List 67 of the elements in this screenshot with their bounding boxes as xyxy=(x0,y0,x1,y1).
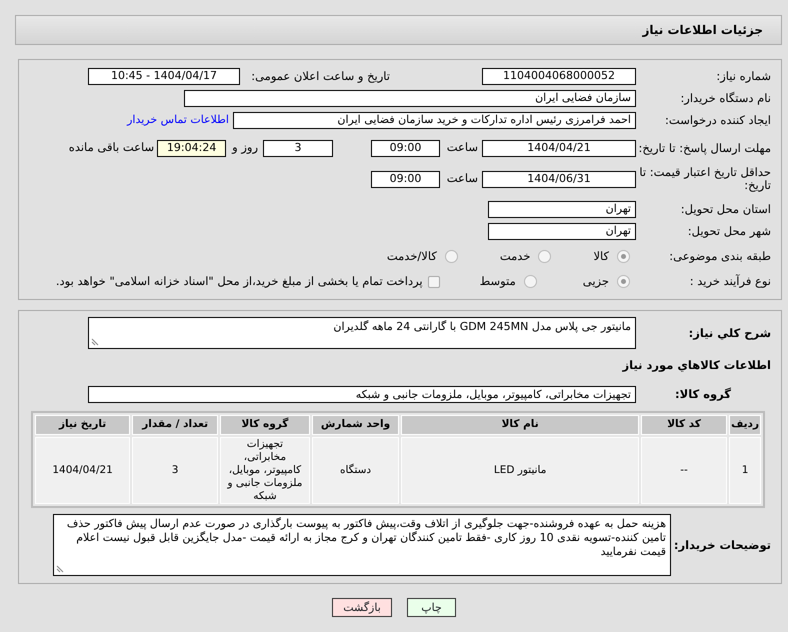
input-field: 09:00 xyxy=(371,170,440,188)
column-header: واحد شمارش xyxy=(312,415,400,436)
radio-label: کالا/خدمت xyxy=(386,248,437,265)
field-label: تاریخ و ساعت اعلان عمومی: xyxy=(250,68,390,85)
radio-button[interactable] xyxy=(617,275,630,288)
input-field: تجهیزات مخابراتی، کامپیوتر، موبایل، ملزومات جانبی و شبکه xyxy=(88,386,636,404)
column-header: تاریخ نیاز xyxy=(35,415,130,436)
field-label: نوع فرآیند خرید : xyxy=(688,275,772,288)
notes-field[interactable] xyxy=(53,514,671,576)
time-label: ساعت xyxy=(446,139,478,156)
field-label: استان محل تحویل: xyxy=(680,203,772,216)
table-cell: دستگاه xyxy=(312,437,400,504)
field-label: گروه کالا: xyxy=(674,388,732,402)
field-value: مانیتور جی پلاس مدل GDM 245MN با گارانتی 24 ماهه گلدیران xyxy=(333,320,631,333)
column-header: تعداد / مقدار xyxy=(132,415,218,436)
input-field: احمد فرامرزی رئیس اداره تدارکات و خرید سازمان فضایی ایران xyxy=(233,112,636,129)
radio-label: جزیی xyxy=(582,272,609,290)
table-cell: 1 xyxy=(729,437,761,504)
field-label: نام دستگاه خریدار: xyxy=(679,92,772,105)
field-label: طبقه بندی موضوعی: xyxy=(668,250,772,263)
field-value: هزینه حمل به عهده فروشنده-جهت جلوگیری از اتلاف وقت،پیش فاکتور به پیوست بارگذاری در صورت عدم ارسال پیش فاکتور حذف تامین کننده-تسویه نقدی 10 روز کاری -فقط تامین کنندگان تهران و کرج مجاز به ارائه قیمت -مدل جایگزین قابل قبول نیست اعلام قیمت نفرمایید xyxy=(66,517,666,558)
radio-button[interactable] xyxy=(524,275,537,288)
remaining-label: ساعت باقی مانده xyxy=(68,139,154,156)
description-field[interactable]: مانیتور جی پلاس مدل GDM 245MN با گارانتی 24 ماهه گلدیران xyxy=(88,317,636,349)
resize-grip-icon[interactable] xyxy=(91,338,99,346)
table-cell: -- xyxy=(640,437,728,504)
resize-grip-icon[interactable] xyxy=(56,565,64,574)
input-field: سازمان فضایی ایران xyxy=(184,90,636,107)
input-field: 1404/04/17 - 10:45 xyxy=(88,68,240,85)
field-label: مهلت ارسال پاسخ: تا تاریخ: xyxy=(637,142,772,154)
print-button[interactable]: چاپ xyxy=(407,598,456,618)
field-label: حداقل تاریخ اعتبار قیمت: تا تاریخ: xyxy=(638,166,772,192)
column-header: ردیف xyxy=(729,415,761,436)
contact-link[interactable]: اطلاعات تماس خریدار xyxy=(127,112,229,129)
input-field: 3 xyxy=(263,140,333,156)
input-field: 1404/06/31 xyxy=(482,170,636,188)
radio-label: کالا xyxy=(593,248,609,265)
input-field: 09:00 xyxy=(371,140,440,156)
table-cell: تجهیزات مخابراتی، کامپیوتر، موبایل، ملزومات جانبی و شبکه xyxy=(220,437,310,504)
radio-label: خدمت xyxy=(500,248,530,265)
column-header: نام کالا xyxy=(401,415,639,436)
checkbox-label: پرداخت تمام یا بخشی از مبلغ خرید،از محل "اسناد خزانه اسلامی" خواهد بود. xyxy=(56,272,423,290)
back-button[interactable]: بازگشت xyxy=(332,598,392,618)
input-field: 1104004068000052 xyxy=(482,68,636,85)
column-header: کد کالا xyxy=(640,415,728,436)
field-label: شهر محل تحویل: xyxy=(686,225,772,238)
table-cell: 3 xyxy=(132,437,218,504)
time-label: ساعت xyxy=(446,170,478,188)
input-field: 1404/04/21 xyxy=(482,140,636,156)
table-cell: مانیتور LED xyxy=(401,437,639,504)
days-label: روز و xyxy=(232,139,258,156)
input-field: 19:04:24 xyxy=(157,140,226,156)
radio-button[interactable] xyxy=(617,250,630,263)
page-title: جزئیات اطلاعات نیاز xyxy=(642,22,763,39)
input-field: تهران xyxy=(488,223,636,240)
radio-button[interactable] xyxy=(444,250,458,263)
field-label: شرح کلي نياز: xyxy=(688,326,772,340)
field-label: توضیحات خریدار: xyxy=(672,538,772,552)
field-label: شماره نیاز: xyxy=(715,70,772,83)
radio-button[interactable] xyxy=(538,250,552,263)
table-cell: 1404/04/21 xyxy=(35,437,130,504)
checkbox[interactable] xyxy=(428,276,440,288)
section-title: اطلاعات کالاهاي مورد نياز xyxy=(621,357,772,374)
input-field: تهران xyxy=(488,201,636,218)
field-label: ایجاد کننده درخواست: xyxy=(664,114,772,127)
column-header: گروه کالا xyxy=(220,415,310,436)
radio-label: متوسط xyxy=(480,272,516,290)
